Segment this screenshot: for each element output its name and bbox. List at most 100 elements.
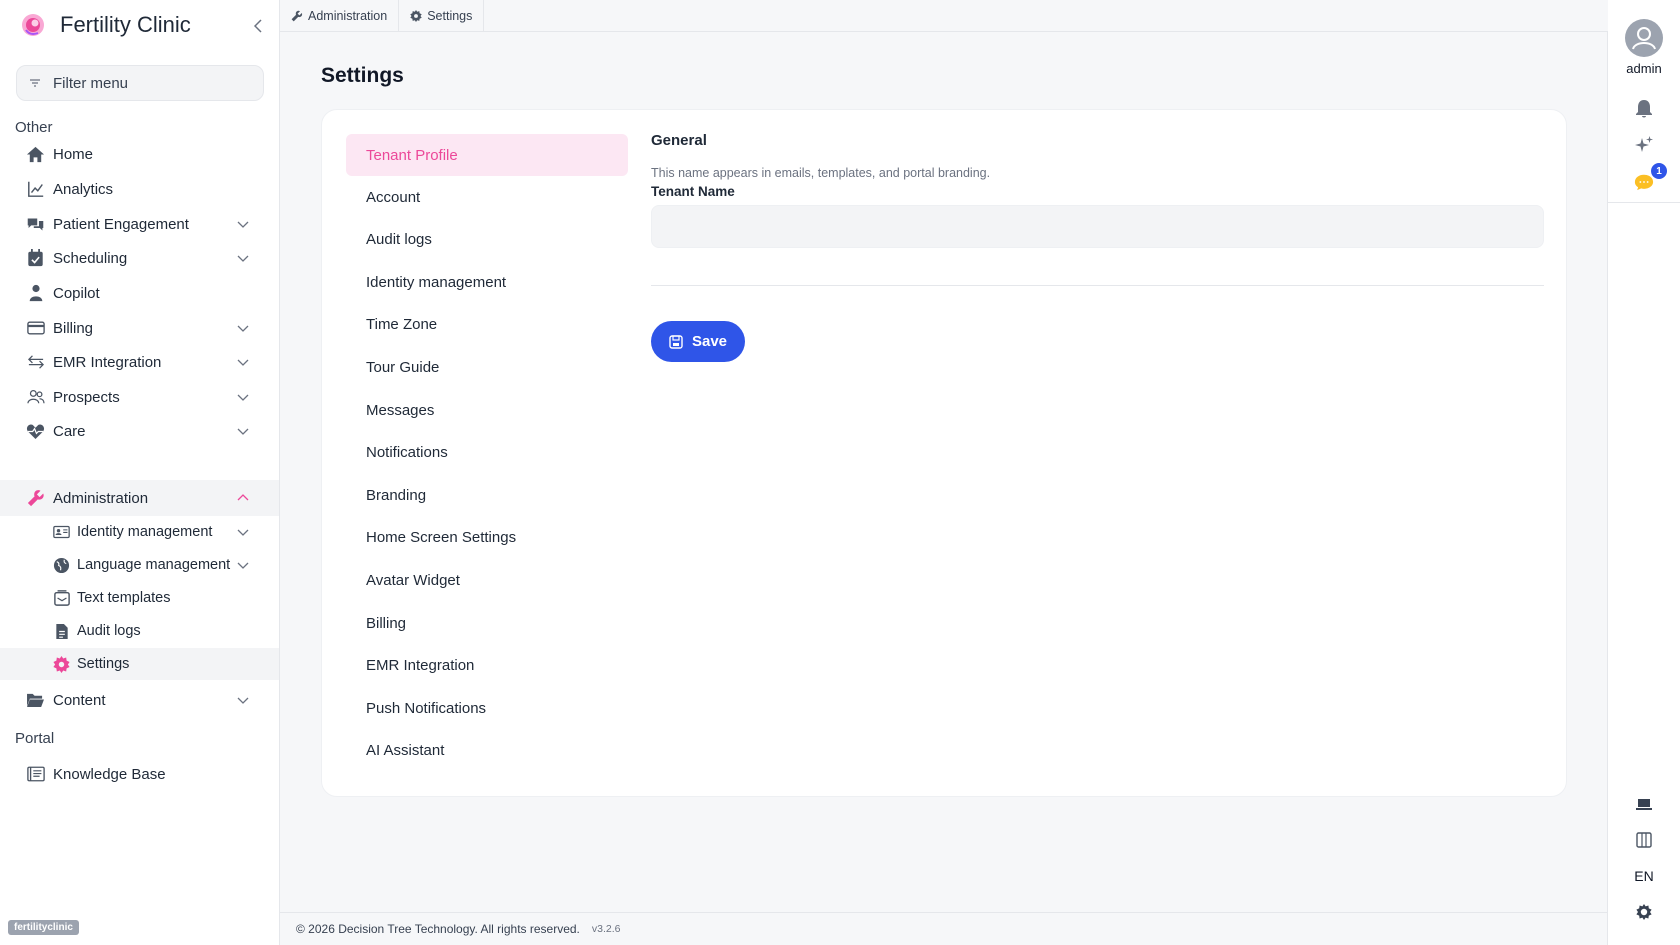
- sidebar-item-label: Scheduling: [53, 249, 128, 267]
- tenant-tag: fertilityclinic: [8, 920, 79, 935]
- home-icon: [26, 145, 45, 164]
- sidebar-subitem-text-templates[interactable]: Text templates: [0, 582, 279, 614]
- section-label-other: Other: [15, 119, 53, 136]
- chevron-down-icon: [237, 529, 249, 536]
- id-card-icon: [53, 524, 70, 541]
- chevron-down-icon: [237, 394, 249, 401]
- sidebar-item-scheduling[interactable]: Scheduling: [0, 240, 279, 276]
- breadcrumb-label: Administration: [308, 8, 388, 23]
- chevron-down-icon: [237, 562, 249, 569]
- version-text: v3.2.6: [591, 923, 621, 935]
- sidebar-subitem-identity-management[interactable]: Identity management: [0, 516, 279, 548]
- filter-icon: [30, 79, 40, 87]
- brand[interactable]: Fertility Clinic: [20, 12, 191, 38]
- sidebar-item-content[interactable]: Content: [0, 682, 279, 718]
- language-switcher[interactable]: EN: [1608, 868, 1680, 884]
- clinic-logo-icon: [22, 14, 44, 36]
- settings-card: Tenant Profile Account Audit logs Identi…: [321, 109, 1567, 797]
- sidebar-subitem-label: Audit logs: [77, 623, 141, 639]
- section-title: General: [651, 132, 707, 149]
- tab-tenant-profile[interactable]: Tenant Profile: [346, 134, 628, 176]
- sidebar-subitem-label: Settings: [77, 656, 130, 672]
- chat-bubbles-icon: [26, 215, 45, 234]
- bell-icon[interactable]: [1634, 99, 1654, 119]
- users-icon: [26, 388, 45, 407]
- sidebar-subitem-language-management[interactable]: Language management: [0, 549, 279, 581]
- calendar-icon: [26, 249, 45, 268]
- divider: [1608, 202, 1680, 203]
- chat-icon[interactable]: [1634, 172, 1654, 192]
- save-button[interactable]: Save: [651, 321, 745, 362]
- sidebar-item-care[interactable]: Care: [0, 413, 279, 449]
- folder-open-icon: [26, 691, 45, 710]
- section-label-portal: Portal: [15, 730, 55, 747]
- tab-branding[interactable]: Branding: [346, 474, 628, 516]
- sparkles-icon[interactable]: [1634, 135, 1654, 155]
- columns-layout-icon[interactable]: [1634, 830, 1654, 850]
- sidebar-subitem-audit-logs[interactable]: Audit logs: [0, 615, 279, 647]
- user-avatar-icon: [1632, 27, 1656, 50]
- avatar[interactable]: [1625, 19, 1663, 57]
- chevron-up-icon: [237, 494, 249, 501]
- gear-icon[interactable]: [1634, 902, 1654, 922]
- footer: © 2026 Decision Tree Technology. All rig…: [280, 912, 1608, 945]
- sidebar-item-administration[interactable]: Administration: [0, 480, 279, 516]
- sidebar-item-emr-integration[interactable]: EMR Integration: [0, 344, 279, 380]
- sidebar-item-prospects[interactable]: Prospects: [0, 379, 279, 415]
- sidebar-item-copilot[interactable]: Copilot: [0, 275, 279, 311]
- heart-pulse-icon: [26, 422, 45, 441]
- sidebar: Fertility Clinic Filter menu Other Home …: [0, 0, 280, 945]
- gear-icon: [53, 655, 70, 673]
- sidebar-item-billing[interactable]: Billing: [0, 310, 279, 346]
- main-content: Administration Settings Settings Tenant …: [280, 0, 1608, 945]
- tab-identity-management[interactable]: Identity management: [346, 261, 628, 303]
- tab-tour-guide[interactable]: Tour Guide: [346, 346, 628, 388]
- chevron-down-icon: [237, 325, 249, 332]
- sidebar-subitem-settings[interactable]: Settings: [0, 648, 279, 680]
- tab-audit-logs[interactable]: Audit logs: [346, 218, 628, 260]
- tab-billing[interactable]: Billing: [346, 602, 628, 644]
- sidebar-item-home[interactable]: Home: [0, 136, 279, 172]
- sidebar-item-label: Content: [53, 691, 106, 709]
- tenant-name-input[interactable]: [651, 205, 1544, 248]
- filter-menu-input[interactable]: Filter menu: [16, 65, 264, 101]
- laptop-icon[interactable]: [1634, 794, 1654, 814]
- breadcrumb: Administration Settings: [280, 0, 1608, 32]
- tab-avatar-widget[interactable]: Avatar Widget: [346, 559, 628, 601]
- tab-ai-assistant[interactable]: AI Assistant: [346, 729, 628, 771]
- chevron-down-icon: [237, 221, 249, 228]
- sidebar-subitem-label: Text templates: [77, 590, 171, 606]
- gear-icon: [410, 9, 422, 22]
- tab-home-screen-settings[interactable]: Home Screen Settings: [346, 516, 628, 558]
- sidebar-item-knowledge-base[interactable]: Knowledge Base: [0, 756, 279, 792]
- sidebar-item-label: Administration: [53, 489, 149, 507]
- save-button-label: Save: [691, 333, 728, 350]
- tenant-name-label: Tenant Name: [651, 184, 735, 199]
- file-text-icon: [53, 623, 70, 640]
- sidebar-item-label: Patient Engagement: [53, 215, 189, 233]
- book-icon: [26, 765, 45, 784]
- field-hint: This name appears in emails, templates, …: [651, 166, 991, 180]
- breadcrumb-settings[interactable]: Settings: [399, 0, 485, 32]
- sidebar-item-patient-engagement[interactable]: Patient Engagement: [0, 206, 279, 242]
- tab-account[interactable]: Account: [346, 176, 628, 218]
- chevron-down-icon: [237, 255, 249, 262]
- right-rail: admin 1 EN: [1608, 0, 1680, 945]
- tab-messages[interactable]: Messages: [346, 389, 628, 431]
- line-chart-icon: [26, 180, 45, 199]
- sidebar-item-label: Knowledge Base: [53, 765, 166, 783]
- page-title: Settings: [321, 64, 404, 87]
- tab-emr-integration[interactable]: EMR Integration: [346, 644, 628, 686]
- collapse-sidebar-icon[interactable]: [250, 17, 268, 35]
- tab-time-zone[interactable]: Time Zone: [346, 303, 628, 345]
- save-icon: [669, 334, 683, 349]
- tab-notifications[interactable]: Notifications: [346, 431, 628, 473]
- sidebar-item-analytics[interactable]: Analytics: [0, 171, 279, 207]
- breadcrumb-administration[interactable]: Administration: [280, 0, 400, 32]
- globe-icon: [53, 557, 70, 574]
- sidebar-item-label: Care: [53, 422, 86, 440]
- arrows-exchange-icon: [26, 353, 45, 372]
- tab-push-notifications[interactable]: Push Notifications: [346, 687, 628, 729]
- template-icon: [53, 590, 70, 607]
- wrench-icon: [26, 489, 45, 508]
